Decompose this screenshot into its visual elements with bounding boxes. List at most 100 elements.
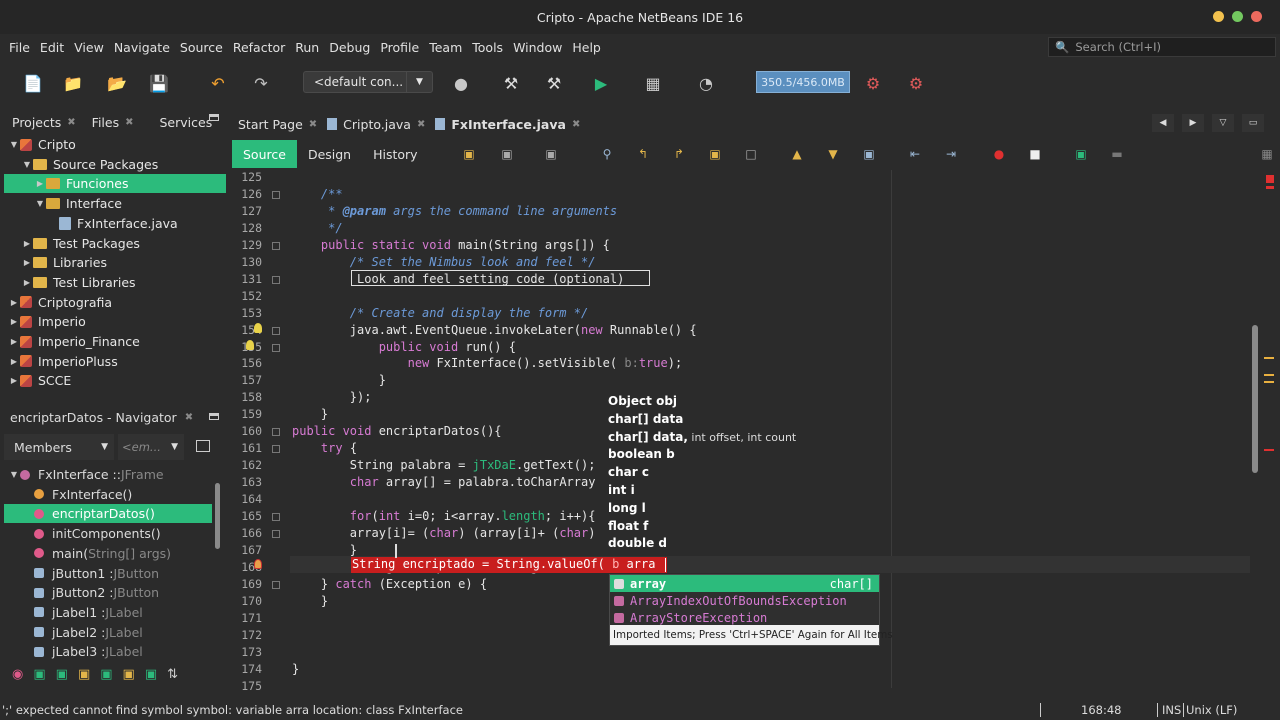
- maximize-button[interactable]: [1232, 11, 1243, 22]
- tree-item[interactable]: ▼ Interface: [4, 194, 226, 213]
- fold-icon[interactable]: [272, 190, 280, 199]
- filter-fields-icon[interactable]: ◉: [12, 667, 23, 682]
- cursor-position[interactable]: 168:48: [1081, 703, 1121, 717]
- close-icon[interactable]: ✖: [125, 117, 133, 128]
- chevron-down-icon[interactable]: ▼: [21, 160, 33, 169]
- debug-icon[interactable]: ▦: [640, 70, 666, 96]
- forward-icon[interactable]: ▣: [542, 145, 560, 163]
- chevron-right-icon[interactable]: ▶: [21, 258, 33, 267]
- tree-item[interactable]: ▼ Cripto: [4, 135, 226, 154]
- sort-position-icon[interactable]: ⇅: [167, 667, 178, 682]
- code-line[interactable]: array[i]= (char) (array[i]+ (char): [292, 526, 596, 540]
- code-line[interactable]: public void run() {: [292, 340, 516, 354]
- next-bookmark-icon[interactable]: ▼: [824, 145, 842, 163]
- tree-item[interactable]: ▶ Funciones: [4, 174, 226, 194]
- prev-bookmark-icon[interactable]: ▲: [788, 145, 806, 163]
- shift-right-icon[interactable]: ⇥: [942, 145, 960, 163]
- code-completion-popup[interactable]: array char[] ArrayIndexOutOfBoundsExceptio…: [609, 574, 893, 646]
- back-icon[interactable]: ▣: [498, 145, 516, 163]
- code-line[interactable]: });: [292, 390, 372, 404]
- menu-item-edit[interactable]: Edit: [35, 40, 69, 55]
- code-line[interactable]: for(int i=0; i<array.length; i++){: [292, 509, 596, 523]
- profile-ide-icon[interactable]: ⚙: [903, 70, 929, 96]
- chevron-down-icon[interactable]: ▼: [406, 72, 432, 92]
- chevron-right-icon[interactable]: ▶: [8, 298, 20, 307]
- navigator-member[interactable]: jLabel1 : JLabel: [4, 603, 212, 622]
- menu-item-tools[interactable]: Tools: [467, 40, 508, 55]
- close-icon[interactable]: ✖: [309, 119, 317, 130]
- code-line[interactable]: try {: [292, 441, 357, 455]
- navigator-scrollbar[interactable]: [215, 483, 220, 549]
- uncomment-icon[interactable]: ▬: [1108, 145, 1126, 163]
- lightbulb-icon[interactable]: [254, 323, 262, 333]
- tree-item[interactable]: ▶ SCCE: [4, 371, 226, 390]
- code-line[interactable]: } catch (Exception e) {: [292, 577, 487, 591]
- close-icon[interactable]: ✖: [185, 412, 193, 423]
- menu-item-profile[interactable]: Profile: [375, 40, 424, 55]
- search-box[interactable]: 🔍 Search (Ctrl+I): [1048, 37, 1276, 57]
- insert-mode[interactable]: INS: [1162, 703, 1181, 717]
- scroll-left-icon[interactable]: ◀: [1152, 114, 1174, 132]
- scrollbar-thumb[interactable]: [1252, 325, 1258, 473]
- gc-icon[interactable]: ⚙: [860, 70, 886, 96]
- memory-indicator[interactable]: 350.5/456.0MB: [756, 71, 850, 93]
- find-next-icon[interactable]: ↱: [670, 145, 688, 163]
- code-line[interactable]: }: [292, 407, 328, 421]
- editor-tab[interactable]: Start Page ✖: [232, 112, 321, 136]
- chevron-down-icon[interactable]: ▼: [101, 442, 108, 452]
- chevron-down-icon[interactable]: ▼: [34, 199, 46, 208]
- tree-item[interactable]: ▶ Test Libraries: [4, 273, 226, 292]
- code-line[interactable]: }: [292, 543, 357, 557]
- members-select[interactable]: Members ▼: [4, 434, 114, 460]
- navigator-member[interactable]: ▼ FxInterface :: JFrame: [4, 465, 212, 484]
- maximize-window-icon[interactable]: ▭: [1242, 114, 1264, 132]
- stop-macro-icon[interactable]: ■: [1026, 145, 1044, 163]
- code-line[interactable]: /* Create and display the form */: [292, 306, 588, 320]
- navigator-member[interactable]: jButton2 : JButton: [4, 583, 212, 602]
- completion-item[interactable]: ArrayStoreException: [610, 609, 879, 626]
- editor-tab[interactable]: Cripto.java ✖: [321, 112, 429, 136]
- chevron-right-icon[interactable]: ▶: [34, 179, 46, 188]
- undo-icon[interactable]: ↶: [205, 70, 231, 96]
- navigator-member[interactable]: jButton1 : JButton: [4, 564, 212, 583]
- search-input[interactable]: Search (Ctrl+I): [1075, 40, 1161, 54]
- code-line[interactable]: public static void main(String args[]) {: [292, 238, 610, 252]
- code-line[interactable]: String palabra = jTxDaE.getText();: [292, 458, 596, 472]
- scroll-right-icon[interactable]: ▶: [1182, 114, 1204, 132]
- toggle-highlight-icon[interactable]: ▣: [706, 145, 724, 163]
- shift-left-icon[interactable]: ⇤: [906, 145, 924, 163]
- navigator-member[interactable]: initComponents(): [4, 524, 212, 543]
- filter-sort-icon[interactable]: ▣: [100, 667, 112, 682]
- filter-select[interactable]: <em... ▼: [118, 434, 184, 460]
- start-macro-icon[interactable]: ●: [990, 145, 1008, 163]
- tree-item[interactable]: ▶ Imperio_Finance: [4, 332, 226, 351]
- minimize-button[interactable]: [1213, 11, 1224, 22]
- warning-marker[interactable]: [1264, 381, 1274, 383]
- navigator-options-icon[interactable]: [196, 440, 210, 452]
- chevron-right-icon[interactable]: ▶: [8, 376, 20, 385]
- completion-item[interactable]: ArrayIndexOutOfBoundsException: [610, 592, 879, 609]
- menu-item-team[interactable]: Team: [424, 40, 467, 55]
- code-line[interactable]: public void encriptarDatos(){: [292, 424, 502, 438]
- close-button[interactable]: [1251, 11, 1262, 22]
- line-ending[interactable]: Unix (LF): [1186, 703, 1237, 717]
- toggle-bookmark-icon[interactable]: ▣: [860, 145, 878, 163]
- mode-source-button[interactable]: Source: [232, 140, 297, 168]
- tree-item[interactable]: ▶ Imperio: [4, 312, 226, 331]
- minimize-panel-icon[interactable]: [209, 413, 219, 420]
- chevron-right-icon[interactable]: ▶: [8, 317, 20, 326]
- fold-icon[interactable]: [272, 241, 280, 250]
- navigator-member[interactable]: main(String[] args): [4, 544, 212, 563]
- save-all-icon[interactable]: 💾: [146, 70, 172, 96]
- sort-alpha-icon[interactable]: ▣: [145, 667, 157, 682]
- navigator-member[interactable]: FxInterface(): [4, 485, 212, 504]
- new-project-icon[interactable]: 📁: [60, 70, 86, 96]
- folded-code-block[interactable]: [351, 270, 650, 286]
- fold-icon[interactable]: [272, 529, 280, 538]
- fold-icon[interactable]: [272, 428, 280, 437]
- chevron-down-icon[interactable]: ▼: [8, 140, 20, 149]
- navigator-member[interactable]: jLabel3 : JLabel: [4, 642, 212, 661]
- tree-item[interactable]: ▶ Libraries: [4, 253, 226, 272]
- completion-item[interactable]: array char[]: [610, 575, 879, 592]
- menu-item-view[interactable]: View: [69, 40, 109, 55]
